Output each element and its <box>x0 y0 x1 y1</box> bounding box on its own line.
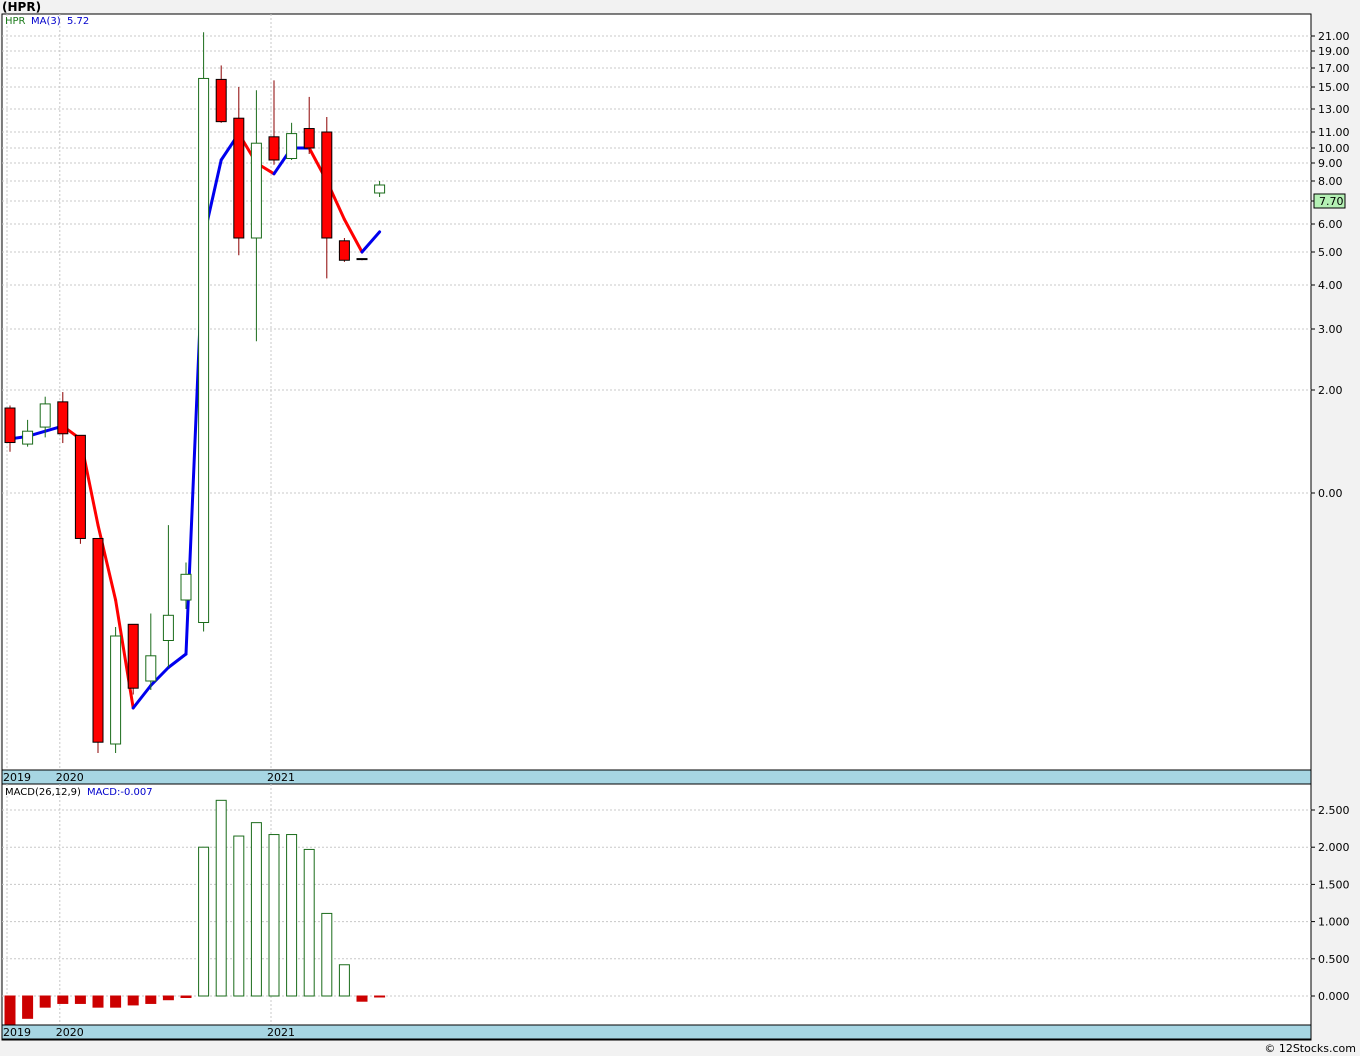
macd-bar <box>356 995 368 1002</box>
candle <box>356 258 368 261</box>
macd-tick-label: 2.500 <box>1318 804 1350 817</box>
macd-tick-label: 2.000 <box>1318 841 1350 854</box>
price-tick-label: 11.00 <box>1318 126 1350 139</box>
macd-bar <box>4 995 16 1027</box>
macd-legend-label: MACD(26,12,9) <box>5 787 81 798</box>
legend-ma-value: 5.72 <box>67 16 89 27</box>
candle-body <box>303 128 315 149</box>
price-tick-label: 17.00 <box>1318 62 1350 75</box>
candle-body <box>338 240 350 261</box>
last-price-label: 7.70 <box>1319 195 1344 208</box>
macd-legend-value: MACD:-0.007 <box>87 787 153 798</box>
candle-body <box>233 117 245 239</box>
macd-x-label: 2019 <box>3 1026 31 1039</box>
candle <box>74 434 86 544</box>
macd-tick-label: 1.500 <box>1318 878 1350 891</box>
price-tick-label: 9.00 <box>1318 157 1343 170</box>
macd-bar <box>338 964 350 997</box>
price-date-band <box>1 769 1312 785</box>
candle-body <box>268 136 280 161</box>
price-tick-label: 8.00 <box>1318 175 1343 188</box>
price-y-axis: 21.00 19.00 17.00 15.00 13.00 11.00 10.00 9.00 8… <box>1311 30 1350 500</box>
legend-ma-label: MA(3) <box>31 16 61 27</box>
candle <box>92 537 104 753</box>
price-tick-label: 19.00 <box>1318 45 1350 58</box>
candle-body <box>92 537 104 743</box>
macd-bar <box>39 995 51 1008</box>
last-price-marker: 7.70 <box>1313 193 1346 209</box>
candle <box>110 627 122 753</box>
macd-bar <box>198 846 210 997</box>
candle-body <box>180 573 192 601</box>
macd-x-label: 2020 <box>56 1026 84 1039</box>
macd-bar <box>321 912 333 997</box>
candle-body <box>374 184 386 194</box>
candle <box>198 32 210 632</box>
candle-body <box>127 623 139 689</box>
macd-tick-label: 0.000 <box>1318 990 1350 1003</box>
legend-symbol: HPR <box>5 16 26 27</box>
candle-body <box>356 258 368 261</box>
price-legend: HPR MA(3) 5.72 <box>5 16 89 27</box>
macd-bar <box>268 834 280 997</box>
price-tick-label: 2.00 <box>1318 384 1343 397</box>
candle-body <box>321 131 333 239</box>
price-x-label: 2021 <box>267 771 295 784</box>
macd-legend: MACD(26,12,9) MACD:-0.007 <box>5 787 153 798</box>
price-x-label: 2019 <box>3 771 31 784</box>
macd-bar <box>374 995 386 998</box>
candle-body <box>198 77 210 623</box>
candle <box>338 238 350 262</box>
candle-body <box>162 614 174 641</box>
macd-bar <box>162 995 174 1001</box>
price-tick-label: 13.00 <box>1318 103 1350 116</box>
macd-bar <box>127 995 139 1006</box>
macd-bar <box>180 995 192 998</box>
chart-canvas[interactable]: 21.00 19.00 17.00 15.00 13.00 11.00 10.00 9.00 8… <box>0 0 1360 1056</box>
macd-bar <box>57 995 69 1004</box>
candle-body <box>57 401 69 435</box>
price-tick-label: 0.00 <box>1318 487 1343 500</box>
candle-body <box>215 78 227 123</box>
price-x-label: 2020 <box>56 771 84 784</box>
macd-bar <box>145 995 157 1004</box>
price-tick-label: 15.00 <box>1318 81 1350 94</box>
price-tick-label: 5.00 <box>1318 246 1343 259</box>
macd-tick-label: 0.500 <box>1318 953 1350 966</box>
candle-body <box>22 430 34 445</box>
candle-body <box>286 133 298 160</box>
macd-bar <box>286 834 298 997</box>
price-tick-label: 4.00 <box>1318 279 1343 292</box>
macd-bar <box>22 995 34 1019</box>
macd-date-band <box>1 1024 1312 1040</box>
price-tick-label: 10.00 <box>1318 142 1350 155</box>
macd-bar <box>250 822 262 997</box>
candle-body <box>39 403 51 428</box>
candle <box>127 623 139 695</box>
candle-body <box>4 407 16 444</box>
candle-body <box>145 655 157 682</box>
macd-tick-label: 1.000 <box>1318 916 1350 929</box>
candle-body <box>74 434 86 539</box>
macd-bar <box>92 995 104 1008</box>
macd-bar <box>233 835 245 997</box>
macd-x-label: 2021 <box>267 1026 295 1039</box>
price-tick-label: 21.00 <box>1318 30 1350 43</box>
candle-body <box>110 635 122 745</box>
macd-bar <box>215 799 227 997</box>
macd-bar <box>110 995 122 1008</box>
macd-y-axis: 2.500 2.000 1.500 1.000 0.500 0.000 <box>1311 804 1350 1003</box>
candle-body <box>250 142 262 239</box>
price-tick-label: 3.00 <box>1318 323 1343 336</box>
macd-bar <box>74 995 86 1004</box>
macd-bar <box>303 848 315 997</box>
price-tick-label: 6.00 <box>1318 218 1343 231</box>
